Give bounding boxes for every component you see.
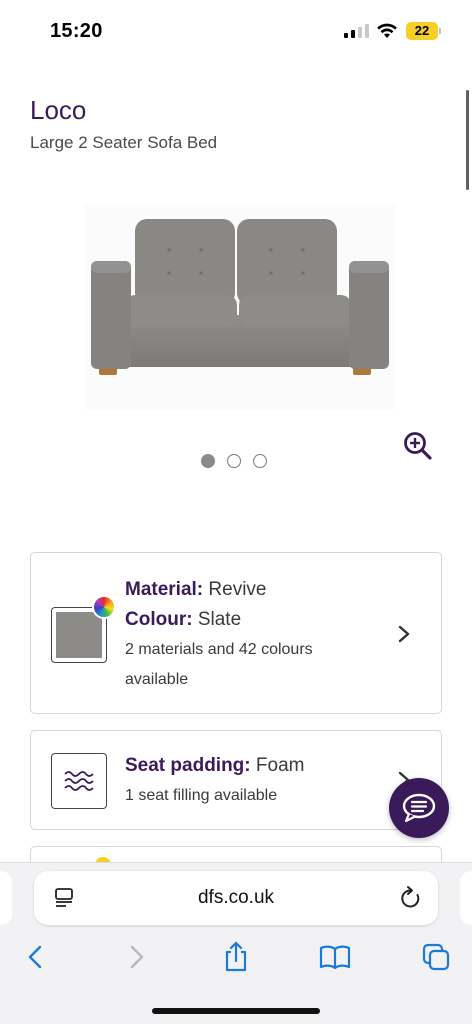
tabs-icon: [422, 943, 450, 971]
colour-value: Slate: [197, 609, 242, 630]
wifi-icon: [377, 23, 397, 38]
home-indicator[interactable]: [152, 1008, 320, 1014]
reload-icon[interactable]: [400, 886, 422, 910]
forward-arrow-icon: [130, 945, 144, 969]
status-time: 15:20: [50, 20, 103, 42]
back-arrow-icon: [28, 945, 42, 969]
product-subtitle: Large 2 Seater Sofa Bed: [30, 133, 218, 152]
cellular-signal-icon: [344, 24, 369, 38]
availability-line-2: available: [125, 671, 189, 688]
bookmarks-icon: [319, 945, 351, 970]
colour-wheel-icon: [92, 595, 116, 619]
carousel-dot[interactable]: [227, 454, 241, 468]
colour-swatch: [51, 595, 116, 663]
forward-button[interactable]: [120, 940, 154, 974]
next-tab-preview[interactable]: [460, 871, 472, 925]
zoom-in-icon[interactable]: [402, 430, 434, 462]
page: 15:20 22 Loco Large 2 Seater Sofa Bed Ma…: [0, 0, 472, 1024]
chat-icon: [402, 793, 436, 823]
chat-button[interactable]: [389, 778, 449, 838]
padding-card-text: Seat padding: Foam 1 seat filling availa…: [125, 751, 395, 811]
material-card-text: Material: Revive Colour: Slate 2 materia…: [125, 575, 395, 695]
scroll-indicator[interactable]: [466, 90, 469, 190]
padding-line: Seat padding: Foam: [125, 751, 395, 781]
address-bar[interactable]: dfs.co.uk: [34, 871, 438, 925]
share-button[interactable]: [219, 940, 253, 974]
seat-padding-card[interactable]: Seat padding: Foam 1 seat filling availa…: [30, 730, 442, 830]
material-line: Material: Revive: [125, 575, 395, 605]
url-text: dfs.co.uk: [197, 887, 275, 908]
seat-padding-icon: [51, 753, 107, 809]
carousel-dot[interactable]: [201, 454, 215, 468]
availability-line-1: 2 materials and 42 colours: [125, 641, 313, 658]
material-value: Revive: [208, 579, 267, 600]
colour-label: Colour:: [125, 609, 193, 630]
product-image[interactable]: [85, 205, 395, 410]
back-button[interactable]: [18, 940, 52, 974]
tabs-button[interactable]: [419, 940, 453, 974]
carousel-dot[interactable]: [253, 454, 267, 468]
share-icon: [225, 941, 247, 972]
carousel-dots: [201, 454, 267, 468]
padding-label: Seat padding:: [125, 755, 251, 776]
product-name: Loco: [30, 95, 87, 125]
previous-tab-preview[interactable]: [0, 871, 12, 925]
battery-indicator: 22: [406, 22, 441, 40]
status-bar: 15:20 22: [0, 0, 472, 62]
chevron-right-icon: [398, 625, 410, 643]
padding-value: Foam: [255, 755, 305, 776]
bookmarks-button[interactable]: [318, 940, 352, 974]
material-label: Material:: [125, 579, 204, 600]
material-colour-card[interactable]: Material: Revive Colour: Slate 2 materia…: [30, 552, 442, 714]
swatch-fill: [56, 612, 102, 658]
padding-availability: 1 seat filling available: [125, 787, 278, 804]
colour-line: Colour: Slate: [125, 605, 395, 635]
